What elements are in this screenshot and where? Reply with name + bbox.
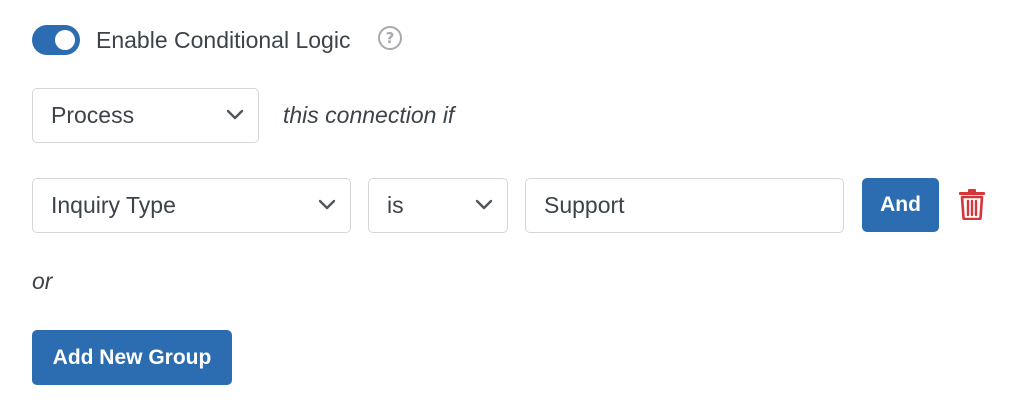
chevron-down-icon xyxy=(318,199,336,210)
add-new-group-button[interactable]: Add New Group xyxy=(32,330,232,385)
chevron-down-icon xyxy=(226,109,244,120)
trash-icon[interactable] xyxy=(958,188,986,220)
value-input-text: Support xyxy=(544,192,625,218)
conditional-logic-toggle[interactable] xyxy=(32,25,80,55)
action-select-value: Process xyxy=(51,102,135,128)
question-circle-icon[interactable]: ? xyxy=(378,26,402,50)
or-separator: or xyxy=(32,268,53,294)
field-select-value: Inquiry Type xyxy=(51,192,176,218)
toggle-knob xyxy=(55,30,75,50)
field-select[interactable]: Inquiry Type xyxy=(32,178,351,233)
toggle-label: Enable Conditional Logic xyxy=(96,27,351,53)
action-select[interactable]: Process xyxy=(32,88,259,143)
chevron-down-icon xyxy=(475,199,493,210)
operator-select[interactable]: is xyxy=(368,178,508,233)
value-input[interactable]: Support xyxy=(525,178,844,233)
operator-select-value: is xyxy=(387,192,404,218)
connection-condition-text: this connection if xyxy=(283,102,455,128)
and-button[interactable]: And xyxy=(862,178,939,232)
